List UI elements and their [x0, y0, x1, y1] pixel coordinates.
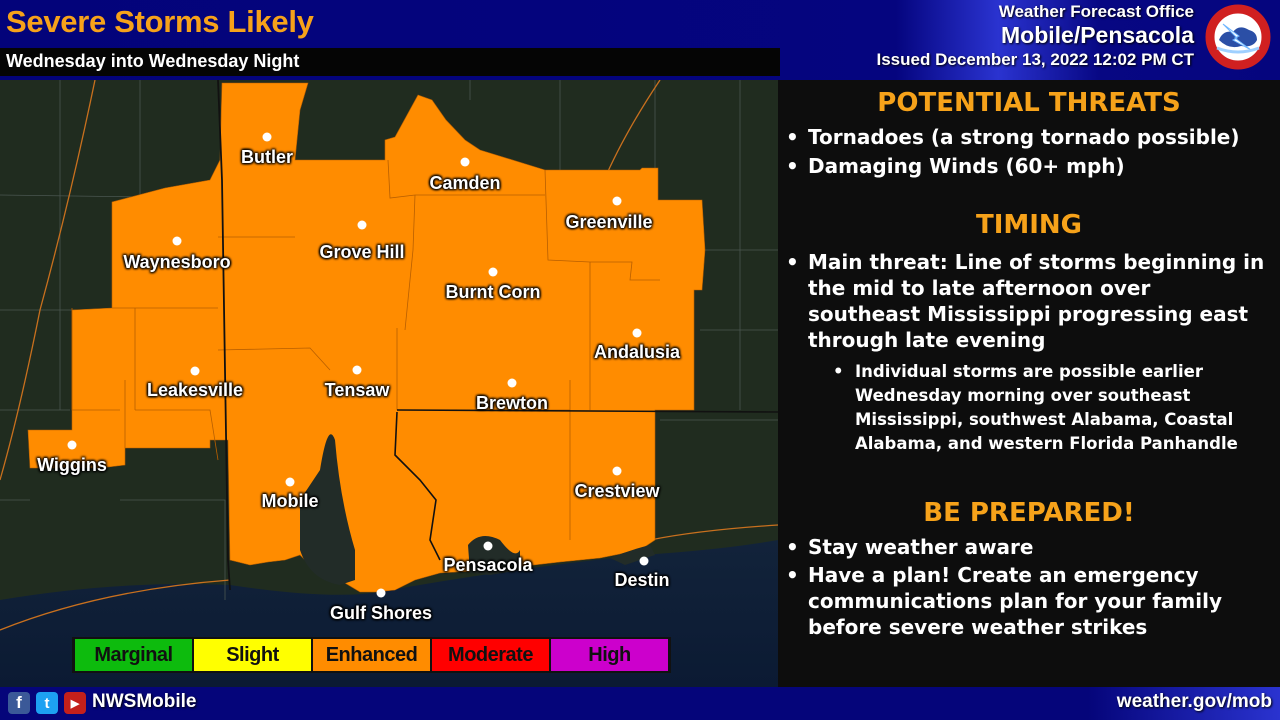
timing-subitem: • Individual storms are possible earlier … — [833, 362, 1238, 453]
legend-high: High — [551, 639, 668, 671]
city-marker-mobile — [285, 477, 295, 487]
threats-heading: POTENTIAL THREATS — [877, 88, 1181, 118]
city-marker-brewton — [507, 378, 517, 388]
prepared-heading: BE PREPARED! — [923, 498, 1135, 528]
legend-enhanced: Enhanced — [313, 639, 430, 671]
social-handle[interactable]: NWSMobile — [92, 691, 197, 713]
office-line2: Mobile/Pensacola — [1000, 22, 1194, 48]
bullet-icon: • — [786, 125, 799, 149]
website-link[interactable]: weather.gov/mob — [1117, 691, 1272, 713]
city-marker-waynesboro — [172, 236, 182, 246]
city-label-butler: Butler — [240, 147, 294, 167]
threat-item: • Tornadoes (a strong tornado possible) — [786, 125, 1240, 149]
facebook-icon[interactable]: f — [8, 692, 30, 714]
legend-moderate: Moderate — [432, 639, 549, 671]
city-marker-leakesville — [190, 366, 200, 376]
city-marker-camden — [460, 157, 470, 167]
nws-logo-icon — [1205, 4, 1271, 70]
city-marker-wiggins — [67, 440, 77, 450]
legend-slight: Slight — [194, 639, 311, 671]
city-marker-pensacola — [483, 541, 493, 551]
city-label-brewton: Brewton — [476, 393, 548, 413]
issued-time: Issued December 13, 2022 12:02 PM CT — [876, 50, 1195, 69]
city-label-mobile: Mobile — [261, 491, 319, 511]
youtube-icon[interactable]: ▶ — [64, 692, 86, 714]
city-marker-butler — [262, 132, 272, 142]
city-label-waynesboro: Waynesboro — [123, 252, 231, 272]
city-label-gulf-shores: Gulf Shores — [329, 603, 433, 623]
bullet-icon: • — [786, 535, 799, 559]
city-marker-destin — [639, 556, 649, 566]
city-marker-tensaw — [352, 365, 362, 375]
prepared-item: • Stay weather aware — [786, 535, 1034, 559]
timing-item: • Main threat: Line of storms beginning i… — [786, 250, 1265, 352]
city-marker-grove-hill — [357, 220, 367, 230]
city-label-pensacola: Pensacola — [443, 555, 533, 575]
page-subtitle: Wednesday into Wednesday Night — [6, 51, 300, 71]
office-info: Weather Forecast Office Mobile/Pensacola… — [877, 2, 1195, 71]
city-marker-burnt-corn — [488, 267, 498, 277]
page-title: Severe Storms Likely — [6, 4, 314, 39]
city-label-grove-hill: Grove Hill — [319, 242, 405, 262]
legend-marginal: Marginal — [75, 639, 192, 671]
city-marker-gulf-shores — [376, 588, 386, 598]
bullet-icon: • — [786, 154, 799, 178]
info-panel: POTENTIAL THREATS • Tornadoes (a strong t… — [778, 80, 1280, 687]
city-marker-crestview — [612, 466, 622, 476]
risk-legend: Marginal Slight Enhanced Moderate High — [72, 637, 671, 673]
twitter-icon[interactable]: t — [36, 692, 58, 714]
risk-map: Butler Camden Greenville Waynesboro Grov… — [0, 80, 778, 687]
city-label-crestview: Crestview — [574, 481, 660, 501]
footer-bar: f t ▶ NWSMobile weather.gov/mob — [0, 687, 1280, 720]
city-label-destin: Destin — [614, 570, 670, 590]
city-label-tensaw: Tensaw — [324, 380, 390, 400]
prepared-item: • Have a plan! Create an emergency commun… — [786, 563, 1222, 639]
bullet-icon: • — [786, 563, 799, 587]
city-label-leakesville: Leakesville — [146, 380, 244, 400]
city-label-camden: Camden — [429, 173, 501, 193]
bullet-icon: • — [786, 250, 799, 274]
threat-item: • Damaging Winds (60+ mph) — [786, 154, 1125, 178]
city-label-burnt-corn: Burnt Corn — [445, 282, 541, 302]
office-line1: Weather Forecast Office — [998, 2, 1194, 21]
city-label-andalusia: Andalusia — [593, 342, 681, 362]
timing-heading: TIMING — [975, 210, 1083, 240]
city-marker-greenville — [612, 196, 622, 206]
bullet-icon: • — [833, 362, 844, 381]
city-label-wiggins: Wiggins — [37, 455, 107, 475]
city-label-greenville: Greenville — [565, 212, 653, 232]
city-marker-andalusia — [632, 328, 642, 338]
